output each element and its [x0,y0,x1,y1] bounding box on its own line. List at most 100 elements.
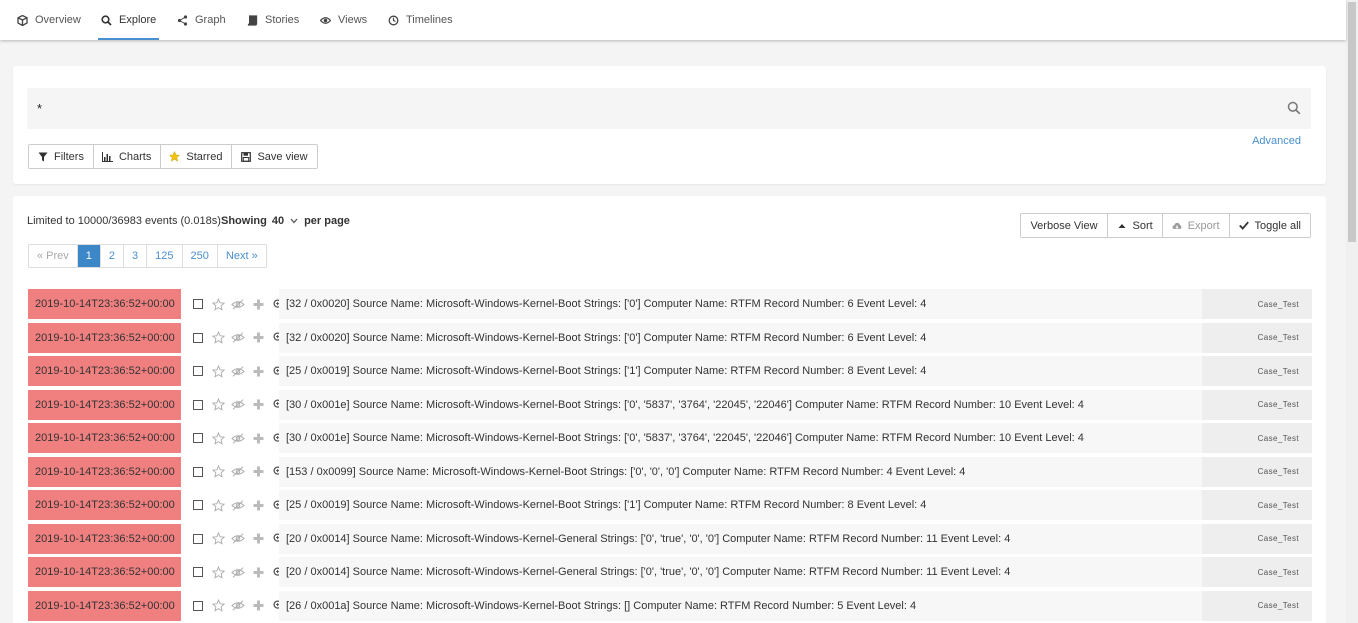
event-message[interactable]: [32 / 0x0020] Source Name: Microsoft-Win… [279,322,1200,353]
next-page-button[interactable]: Next » [217,245,266,267]
select-checkbox[interactable] [188,364,208,378]
add-annotation-icon[interactable] [248,599,268,613]
star-icon[interactable] [208,398,228,412]
event-message[interactable]: [20 / 0x0014] Source Name: Microsoft-Win… [279,523,1200,554]
event-message[interactable]: [30 / 0x001e] Source Name: Microsoft-Win… [279,423,1200,453]
page-button-2[interactable]: 2 [100,245,125,267]
starred-button[interactable]: Starred [161,145,233,168]
tab-overview[interactable]: Overview [17,0,81,40]
add-annotation-icon[interactable] [248,565,268,579]
star-icon[interactable] [208,532,228,546]
prev-page-button[interactable]: « Prev [29,245,78,267]
event-timestamp[interactable]: 2019-10-14T23:36:52+00:00 [28,590,181,621]
event-row[interactable]: 2019-10-14T23:36:52+00:00 [20 / 0x0014] … [28,523,1312,558]
event-row[interactable]: 2019-10-14T23:36:52+00:00 [25 / 0x0019] … [28,490,1312,524]
star-icon[interactable] [208,297,228,311]
star-icon[interactable] [208,565,228,579]
star-icon[interactable] [208,364,228,378]
add-annotation-icon[interactable] [248,331,268,345]
add-annotation-icon[interactable] [248,532,268,546]
event-message[interactable]: [153 / 0x0099] Source Name: Microsoft-Wi… [279,456,1200,487]
scrollbar-thumb[interactable] [1348,2,1356,242]
event-timestamp[interactable]: 2019-10-14T23:36:52+00:00 [28,456,181,487]
select-checkbox[interactable] [188,465,208,479]
star-icon[interactable] [208,465,228,479]
select-checkbox[interactable] [188,331,208,345]
tab-explore[interactable]: Explore [97,0,160,40]
event-row[interactable]: 2019-10-14T23:36:52+00:00 [32 / 0x0020] … [28,289,1312,323]
select-checkbox[interactable] [188,431,208,445]
page-button-125[interactable]: 125 [147,245,183,267]
page-button-250[interactable]: 250 [182,245,218,267]
tab-timelines[interactable]: Timelines [388,0,453,40]
star-icon[interactable] [208,599,228,613]
tab-graph[interactable]: Graph [177,0,226,40]
page-scrollbar[interactable] [1346,0,1358,623]
event-message[interactable]: [25 / 0x0019] Source Name: Microsoft-Win… [279,356,1200,386]
select-checkbox[interactable] [188,599,208,613]
add-annotation-icon[interactable] [248,431,268,445]
select-checkbox[interactable] [188,297,208,311]
hide-event-icon[interactable] [228,398,248,412]
event-row[interactable]: 2019-10-14T23:36:52+00:00 [153 / 0x0099]… [28,456,1312,491]
filters-button[interactable]: Filters [29,145,94,168]
add-annotation-icon[interactable] [248,498,268,512]
select-checkbox[interactable] [188,498,208,512]
event-row[interactable]: 2019-10-14T23:36:52+00:00 [20 / 0x0014] … [28,557,1312,591]
page-button-1[interactable]: 1 [77,245,101,267]
search-icon[interactable] [1287,101,1301,115]
star-icon[interactable] [208,498,228,512]
add-annotation-icon[interactable] [248,398,268,412]
event-timestamp[interactable]: 2019-10-14T23:36:52+00:00 [28,322,181,353]
add-annotation-icon[interactable] [248,297,268,311]
event-timestamp[interactable]: 2019-10-14T23:36:52+00:00 [28,557,181,587]
add-annotation-icon[interactable] [248,465,268,479]
hide-event-icon[interactable] [228,599,248,613]
event-message[interactable]: [20 / 0x0014] Source Name: Microsoft-Win… [279,557,1200,587]
event-row[interactable]: 2019-10-14T23:36:52+00:00 [32 / 0x0020] … [28,322,1312,357]
toggle-all-button[interactable]: Toggle all [1229,214,1310,237]
hide-event-icon[interactable] [228,297,248,311]
filters-label: Filters [54,150,84,163]
event-row[interactable]: 2019-10-14T23:36:52+00:00 [25 / 0x0019] … [28,356,1312,390]
verbose-view-button[interactable]: Verbose View [1021,214,1108,237]
event-row[interactable]: 2019-10-14T23:36:52+00:00 [30 / 0x001e] … [28,389,1312,424]
hide-event-icon[interactable] [228,331,248,345]
event-timestamp[interactable]: 2019-10-14T23:36:52+00:00 [28,523,181,554]
hide-event-icon[interactable] [228,532,248,546]
charts-button[interactable]: Charts [94,145,162,168]
hide-event-icon[interactable] [228,465,248,479]
search-input[interactable] [37,88,1277,129]
export-button[interactable]: Export [1162,214,1230,237]
select-checkbox[interactable] [188,398,208,412]
hide-event-icon[interactable] [228,565,248,579]
select-checkbox[interactable] [188,565,208,579]
event-message[interactable]: [30 / 0x001e] Source Name: Microsoft-Win… [279,389,1200,420]
page-button-3[interactable]: 3 [124,245,148,267]
save-view-button[interactable]: Save view [232,145,316,168]
per-page-value[interactable]: 40 [272,215,284,227]
event-row[interactable]: 2019-10-14T23:36:52+00:00 [30 / 0x001e] … [28,423,1312,457]
select-checkbox[interactable] [188,532,208,546]
event-timestamp[interactable]: 2019-10-14T23:36:52+00:00 [28,389,181,420]
event-timestamp[interactable]: 2019-10-14T23:36:52+00:00 [28,490,181,520]
event-timestamp[interactable]: 2019-10-14T23:36:52+00:00 [28,289,181,319]
sort-button[interactable]: Sort [1107,214,1163,237]
hide-event-icon[interactable] [228,431,248,445]
event-row[interactable]: 2019-10-14T23:36:52+00:00 [26 / 0x001a] … [28,590,1312,623]
event-message[interactable]: [32 / 0x0020] Source Name: Microsoft-Win… [279,289,1200,319]
event-timestamp[interactable]: 2019-10-14T23:36:52+00:00 [28,356,181,386]
star-icon[interactable] [208,331,228,345]
tab-stories[interactable]: Stories [247,0,299,40]
hide-event-icon[interactable] [228,498,248,512]
per-page-selector[interactable]: Showing 40 per page [221,215,350,227]
chevron-down-icon[interactable] [290,216,298,226]
event-timestamp[interactable]: 2019-10-14T23:36:52+00:00 [28,423,181,453]
advanced-link[interactable]: Advanced [1252,135,1301,147]
add-annotation-icon[interactable] [248,364,268,378]
event-message[interactable]: [25 / 0x0019] Source Name: Microsoft-Win… [279,490,1200,520]
tab-views[interactable]: Views [320,0,367,40]
hide-event-icon[interactable] [228,364,248,378]
star-icon[interactable] [208,431,228,445]
event-message[interactable]: [26 / 0x001a] Source Name: Microsoft-Win… [279,590,1200,621]
